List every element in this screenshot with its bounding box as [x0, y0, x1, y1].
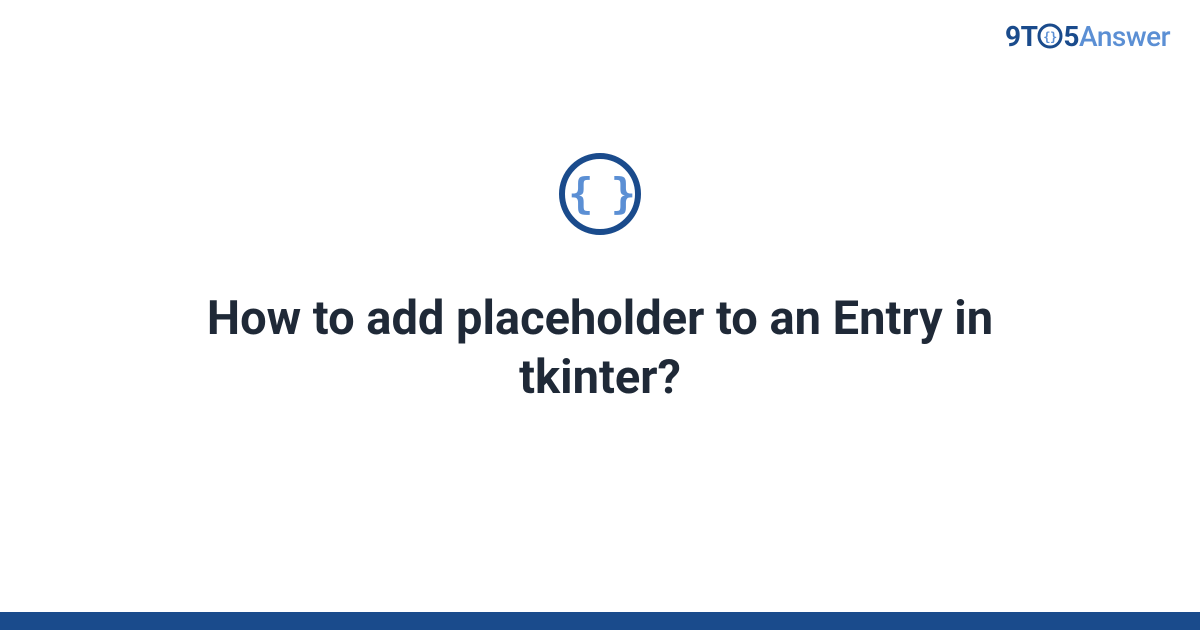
braces-glyph: { } [568, 173, 632, 215]
question-title: How to add placeholder to an Entry in tk… [150, 290, 1050, 408]
brand-text-9t: 9T [1005, 20, 1037, 53]
content-area: { } How to add placeholder to an Entry i… [0, 0, 1200, 630]
brand-text-answer: Answer [1079, 20, 1170, 53]
footer-bar [0, 612, 1200, 630]
svg-text:{}: {} [1044, 30, 1058, 44]
brand-o-icon: {} [1037, 23, 1063, 49]
brand-logo[interactable]: 9T {} 5Answer [1005, 20, 1170, 53]
brand-text-5: 5 [1063, 20, 1079, 53]
code-braces-icon: { } [559, 153, 641, 235]
